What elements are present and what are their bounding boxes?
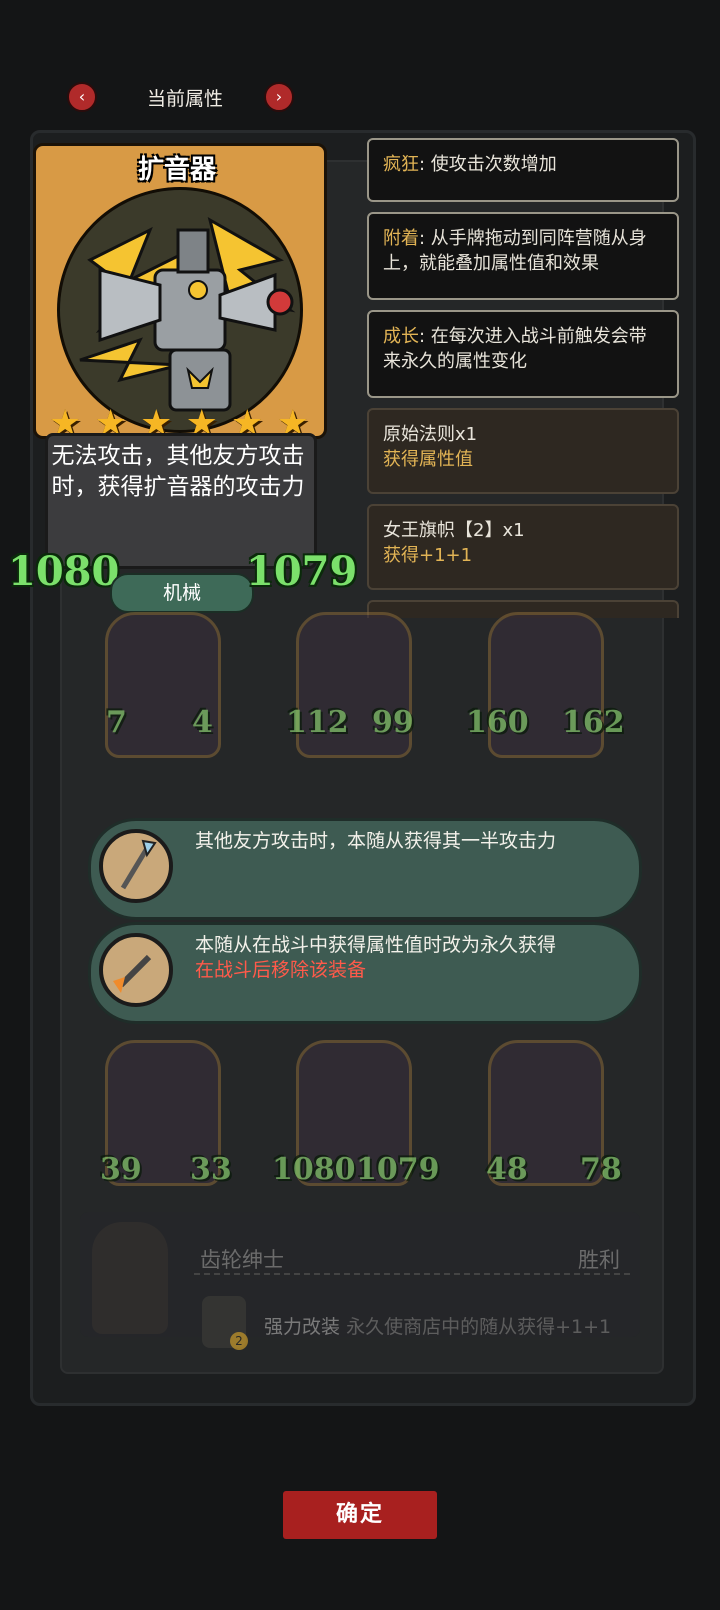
skill-level-badge: 2	[230, 1332, 248, 1350]
lightning-staff-icon	[99, 829, 173, 903]
header-title: 当前属性	[146, 88, 223, 110]
equipment-tooltip: 其他友方攻击时，本随从获得其一半攻击力	[88, 818, 642, 920]
skill-name: 强力改装	[264, 1316, 341, 1338]
skill-description: 永久使商店中的随从获得+1+1	[346, 1316, 612, 1338]
card-description: 无法攻击，其他友方攻击时，获得扩音器的攻击力	[51, 443, 305, 500]
keyword-text: : 从手牌拖动到同阵营随从身上，就能叠加属性值和效果	[383, 228, 647, 274]
tooltip-text: 其他友方攻击时，本随从获得其一半攻击力	[195, 830, 557, 852]
buff-title: 原始法则x1	[383, 424, 478, 445]
keyword-label: 疯狂	[383, 154, 419, 175]
battle-result: 胜利	[578, 1248, 620, 1272]
keyword-text: : 在每次进入战斗前触发会带来永久的属性变化	[383, 326, 647, 372]
tooltip-effect: 本随从在战斗中获得属性值时改为永久获得	[195, 934, 557, 956]
megaphone-robot-portrait	[57, 187, 303, 433]
tooltip-text: 本随从在战斗中获得属性值时改为永久获得 在战斗后移除该装备	[195, 933, 615, 983]
card-tribe: 机械	[110, 573, 254, 613]
keyword-box-growth: 成长: 在每次进入战斗前触发会带来永久的属性变化	[367, 310, 679, 398]
keyword-box-attach: 附着: 从手牌拖动到同阵营随从身上，就能叠加属性值和效果	[367, 212, 679, 300]
card-name: 扩音器	[137, 155, 216, 185]
buff-title: 女王旗帜【2】x1	[383, 520, 525, 541]
minion-health: 99	[372, 705, 414, 740]
keyword-text: : 使攻击次数增加	[419, 154, 557, 175]
minion-attack: 48	[486, 1152, 528, 1187]
minion-attack: 1080	[272, 1152, 356, 1187]
minion-attack: 160	[466, 705, 529, 740]
keyword-label: 附着	[383, 228, 419, 249]
skill-line: 强力改装 永久使商店中的随从获得+1+1	[264, 1312, 611, 1339]
card-health: 1079	[246, 548, 358, 595]
keyword-label: 成长	[383, 326, 419, 347]
buff-box-queen-banner: 女王旗帜【2】x1 获得+1+1	[367, 504, 679, 590]
buff-box-primal-law: 原始法则x1 获得属性值	[367, 408, 679, 494]
minion-health: 1079	[356, 1152, 440, 1187]
next-button[interactable]: ›	[264, 82, 294, 112]
chevron-left-icon: ‹	[78, 87, 86, 106]
divider	[194, 1273, 630, 1275]
buff-effect: 获得属性值	[383, 449, 473, 470]
minion-attack: 112	[286, 705, 349, 740]
minion-health: 162	[562, 705, 625, 740]
hero-portrait	[92, 1222, 168, 1334]
chevron-right-icon: ›	[275, 87, 283, 106]
selected-card: 扩音器 ★ ★ ★ ★ ★ ★ 无法攻击，其他友方攻击时，获得扩音器的攻击力	[33, 143, 327, 603]
keyword-box-frenzy: 疯狂: 使攻击次数增加	[367, 138, 679, 202]
minion-attack: 39	[100, 1152, 142, 1187]
minion-health: 33	[190, 1152, 232, 1187]
minion-health: 4	[192, 705, 213, 740]
prev-button[interactable]: ‹	[67, 82, 97, 112]
confirm-button[interactable]: 确定	[283, 1491, 437, 1539]
minion-attack: 7	[106, 705, 127, 740]
card-attack: 1080	[8, 548, 120, 595]
minion-health: 78	[580, 1152, 622, 1187]
buff-effect: 获得+1+1	[383, 545, 473, 566]
welding-torch-icon	[99, 933, 173, 1007]
tooltip-warning: 在战斗后移除该装备	[195, 959, 367, 981]
hero-name: 齿轮绅士	[200, 1248, 284, 1272]
equipment-tooltip: 本随从在战斗中获得属性值时改为永久获得 在战斗后移除该装备	[88, 922, 642, 1024]
